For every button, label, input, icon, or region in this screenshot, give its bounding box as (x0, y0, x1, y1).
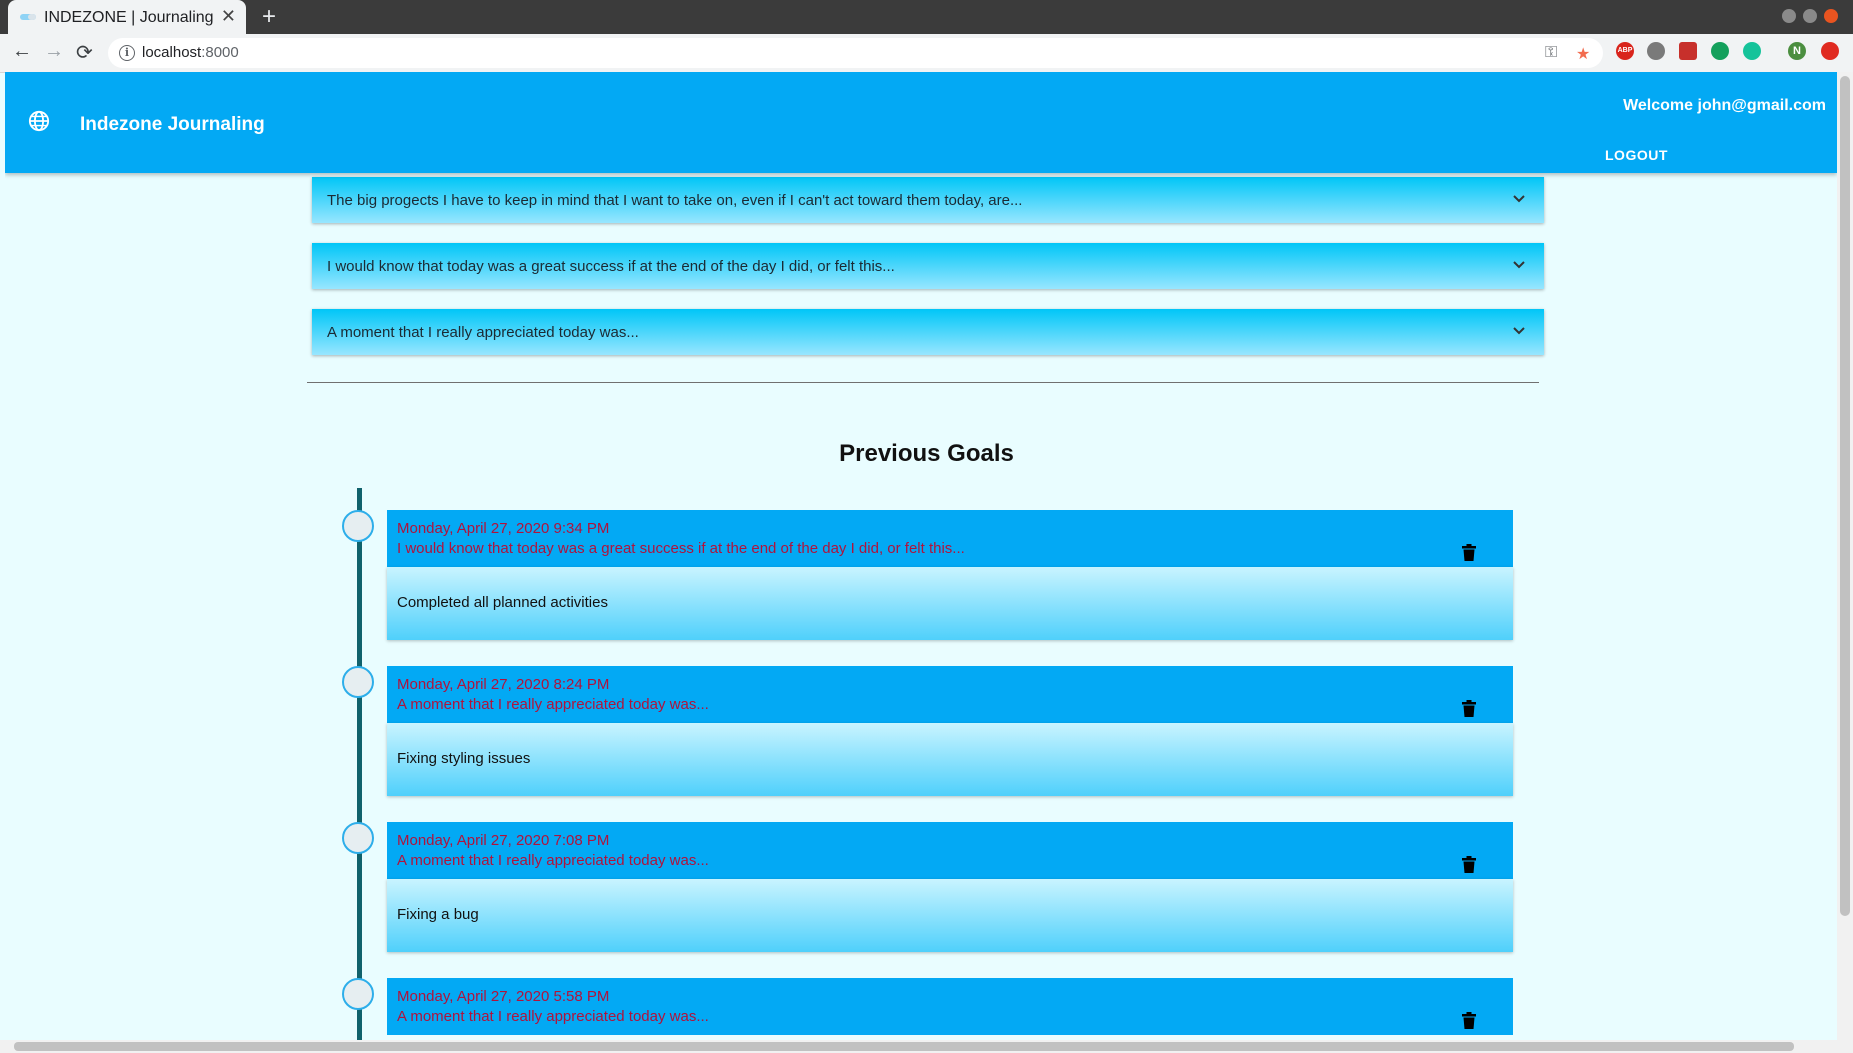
chat-extension-icon[interactable] (1711, 42, 1729, 60)
shield-extension-icon[interactable] (1821, 42, 1839, 60)
delete-trash-icon[interactable] (1462, 856, 1476, 873)
back-button[interactable]: ← (12, 40, 32, 63)
profile-avatar[interactable]: N (1788, 42, 1806, 60)
goal-card: Monday, April 27, 2020 8:24 PM A moment … (387, 666, 1513, 796)
timeline-dot (342, 510, 374, 542)
url-port: :8000 (201, 44, 239, 61)
url-host: localhost (142, 44, 202, 61)
delete-trash-icon[interactable] (1462, 1012, 1476, 1029)
app-title: Indezone Journaling (80, 114, 265, 135)
horizontal-scroll-thumb[interactable] (14, 1042, 1794, 1051)
browser-tab[interactable]: INDEZONE | Journaling ✕ (8, 0, 246, 34)
grammarly-extension-icon[interactable] (1743, 42, 1761, 60)
timeline-dot (342, 822, 374, 854)
timeline-line (357, 488, 362, 1048)
previous-goals-heading: Previous Goals (839, 440, 1014, 467)
vertical-scrollbar[interactable] (1837, 72, 1853, 1040)
app-bar: Indezone Journaling Welcome john@gmail.c… (5, 72, 1837, 173)
goal-answer: Completed all planned activities (397, 594, 608, 611)
goal-prompt: A moment that I really appreciated today… (397, 852, 709, 869)
browser-tabstrip: INDEZONE | Journaling ✕ + (0, 0, 1853, 34)
tab-title: INDEZONE | Journaling (44, 9, 214, 26)
timeline-dot (342, 666, 374, 698)
goal-card-header: Monday, April 27, 2020 7:08 PM A moment … (387, 822, 1513, 879)
horizontal-scrollbar[interactable] (0, 1040, 1853, 1053)
goal-card-body: Fixing styling issues (387, 723, 1513, 796)
prompt-panel-appreciated-moment[interactable]: A moment that I really appreciated today… (312, 309, 1544, 355)
goal-date: Monday, April 27, 2020 7:08 PM (397, 832, 610, 849)
reload-button[interactable]: ⟳ (76, 40, 93, 65)
new-tab-button[interactable]: + (262, 3, 276, 31)
vertical-scroll-thumb[interactable] (1840, 76, 1850, 916)
welcome-message: Welcome john@gmail.com (1623, 97, 1826, 114)
close-window-button[interactable] (1824, 9, 1838, 23)
goal-prompt: A moment that I really appreciated today… (397, 1008, 709, 1025)
delete-trash-icon[interactable] (1462, 544, 1476, 561)
chevron-down-icon[interactable] (1512, 258, 1526, 272)
prompt-panel-big-projects[interactable]: The big progects I have to keep in mind … (312, 177, 1544, 223)
address-bar[interactable]: i localhost:8000 ⚿ ★ (108, 38, 1603, 68)
goal-date: Monday, April 27, 2020 5:58 PM (397, 988, 610, 1005)
forward-button[interactable]: → (44, 40, 64, 63)
url-text: localhost:8000 (142, 44, 239, 61)
chevron-down-icon[interactable] (1512, 192, 1526, 206)
logout-button[interactable]: LOGOUT (1605, 147, 1668, 163)
download-extension-icon[interactable] (1647, 42, 1665, 60)
prompt-panel-label: The big progects I have to keep in mind … (327, 192, 1023, 209)
timeline-dot (342, 978, 374, 1010)
site-info-icon[interactable]: i (119, 45, 135, 61)
goal-date: Monday, April 27, 2020 9:34 PM (397, 520, 610, 537)
goal-card-body: Fixing a bug (387, 879, 1513, 952)
prompt-panel-label: A moment that I really appreciated today… (327, 324, 639, 341)
delete-trash-icon[interactable] (1462, 700, 1476, 717)
goal-answer: Fixing a bug (397, 906, 479, 923)
goal-card: Monday, April 27, 2020 9:34 PM I would k… (387, 510, 1513, 640)
goal-card-header: Monday, April 27, 2020 8:24 PM A moment … (387, 666, 1513, 723)
goal-card-header: Monday, April 27, 2020 5:58 PM A moment … (387, 978, 1513, 1035)
adblock-extension-icon[interactable]: ABP (1616, 42, 1634, 60)
prompt-panel-label: I would know that today was a great succ… (327, 258, 895, 275)
tab-close-icon[interactable]: ✕ (221, 6, 236, 27)
bookmark-star-icon[interactable]: ★ (1576, 44, 1590, 64)
goal-date: Monday, April 27, 2020 8:24 PM (397, 676, 610, 693)
goal-prompt: I would know that today was a great succ… (397, 540, 965, 557)
favicon-icon (20, 14, 36, 20)
goal-prompt: A moment that I really appreciated today… (397, 696, 709, 713)
goal-card: Monday, April 27, 2020 5:58 PM A moment … (387, 978, 1513, 1040)
maximize-window-button[interactable] (1803, 9, 1817, 23)
goal-card-body: Completed all planned activities (387, 567, 1513, 640)
goal-answer: Fixing styling issues (397, 750, 531, 767)
browser-toolbar: ← → ⟳ i localhost:8000 ⚿ ★ (0, 34, 1853, 73)
goal-card: Monday, April 27, 2020 7:08 PM A moment … (387, 822, 1513, 952)
goal-card-header: Monday, April 27, 2020 9:34 PM I would k… (387, 510, 1513, 567)
section-divider (307, 382, 1539, 383)
key-icon[interactable]: ⚿ (1545, 44, 1557, 62)
chevron-down-icon[interactable] (1512, 324, 1526, 338)
prompt-panel-great-success[interactable]: I would know that today was a great succ… (312, 243, 1544, 289)
minimize-window-button[interactable] (1782, 9, 1796, 23)
globe-icon[interactable] (28, 110, 50, 132)
screenshot-extension-icon[interactable] (1679, 42, 1697, 60)
